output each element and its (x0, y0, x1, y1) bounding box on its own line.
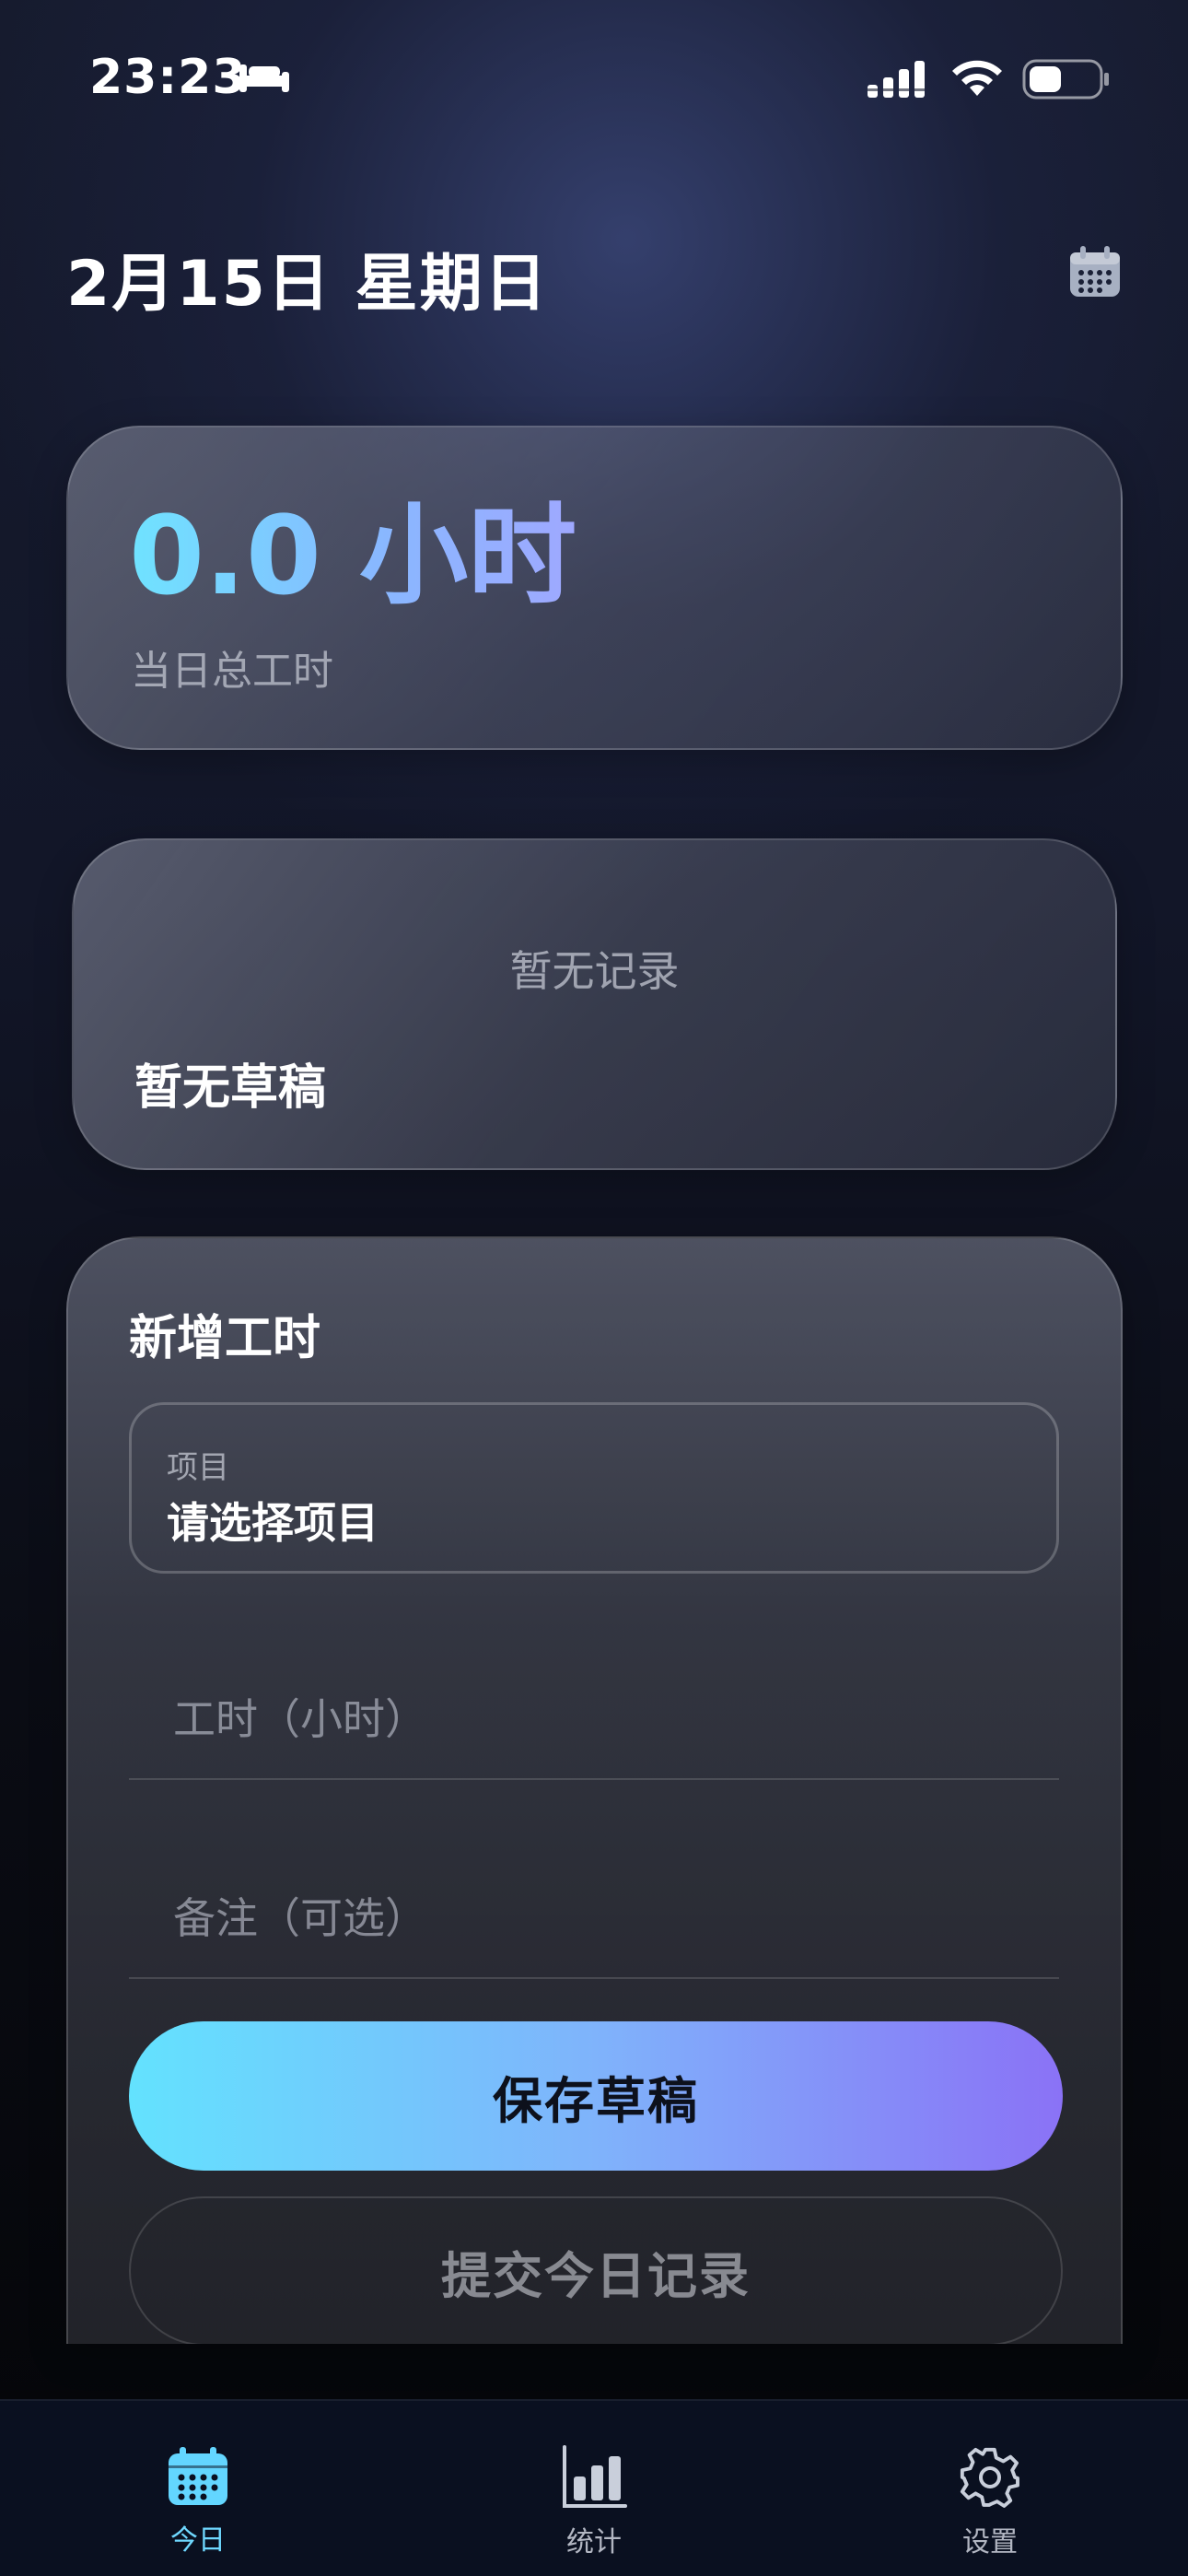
status-time: 23:23 (89, 50, 247, 105)
hours-placeholder: 工时（小时） (173, 1694, 427, 1744)
form-title: 新增工时 (129, 1311, 321, 1366)
project-caption: 项目 (167, 1449, 229, 1486)
today-screen: 23:23 2月15日 星期日 0.0 小时 当日总工时 暂无记录 暂无草稿 新… (0, 0, 1188, 2576)
page-title-date: 2月15日 星期日 (66, 248, 549, 321)
total-hours-card: 0.0 小时 当日总工时 (66, 426, 1123, 750)
project-select[interactable]: 项目 请选择项目 (129, 1402, 1059, 1574)
empty-drafts-text: 暂无草稿 (134, 1060, 327, 1116)
note-input[interactable]: 备注（可选） (129, 1839, 1059, 1979)
tab-settings[interactable]: 设置 (898, 2445, 1082, 2559)
records-card: 暂无记录 暂无草稿 (72, 838, 1117, 1170)
tab-settings-label: 设置 (962, 2526, 1018, 2558)
bed-icon (238, 61, 291, 98)
project-value: 请选择项目 (167, 1498, 379, 1548)
total-hours-value: 0.0 小时 (129, 492, 577, 619)
calendar-icon (169, 2447, 227, 2505)
hours-input[interactable]: 工时（小时） (129, 1640, 1059, 1780)
wifi-icon (949, 55, 1006, 103)
cellular-signal-icon (866, 59, 928, 103)
note-placeholder: 备注（可选） (173, 1893, 427, 1943)
tab-stats-label: 统计 (566, 2526, 622, 2558)
status-bar: 23:23 (0, 0, 1188, 161)
tab-bar: 今日 统计 设置 (0, 2399, 1188, 2576)
gear-icon (960, 2447, 1019, 2508)
save-draft-button[interactable]: 保存草稿 (129, 2021, 1063, 2171)
bar-chart-icon (563, 2445, 627, 2508)
empty-records-text: 暂无记录 (509, 946, 680, 996)
tab-today-label: 今日 (170, 2524, 226, 2557)
tab-stats[interactable]: 统计 (502, 2445, 686, 2559)
submit-today-button[interactable]: 提交今日记录 (129, 2196, 1063, 2344)
calendar-button[interactable] (1066, 243, 1124, 300)
tab-today[interactable]: 今日 (106, 2445, 290, 2558)
total-hours-label: 当日总工时 (131, 648, 333, 695)
calendar-icon (1070, 246, 1120, 297)
add-hours-form-card: 新增工时 项目 请选择项目 工时（小时） 备注（可选） 保存草稿 提交今日记录 (66, 1236, 1123, 2344)
battery-icon (1022, 59, 1111, 103)
